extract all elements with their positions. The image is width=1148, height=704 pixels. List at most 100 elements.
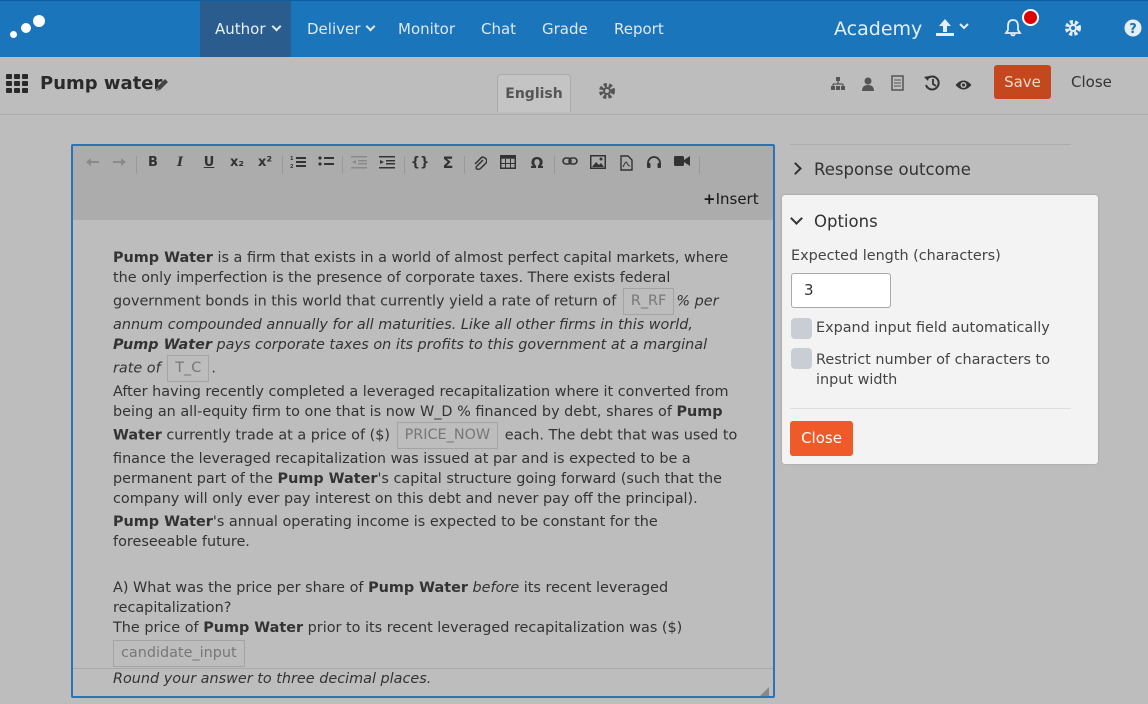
company-name: Pump Water (113, 337, 212, 353)
toolbar-divider (282, 156, 283, 174)
save-button[interactable]: Save (994, 65, 1051, 99)
preview-eye-icon[interactable] (955, 76, 972, 95)
gear-icon[interactable] (598, 82, 616, 104)
restrict-characters-checkbox[interactable] (791, 348, 812, 369)
text-run: The price of (113, 620, 204, 636)
divider (790, 408, 1071, 409)
text-run: A) What was the price per share of (113, 580, 369, 596)
numbered-list-icon[interactable]: 12 (288, 155, 308, 173)
question-answer-line: The price of Pump Water prior to its rec… (113, 618, 738, 638)
variable-placeholder-t-c[interactable]: T_C (167, 355, 210, 382)
settings-gear-icon[interactable] (1064, 19, 1082, 41)
chevron-down-icon (271, 21, 281, 32)
hierarchy-icon[interactable] (831, 76, 845, 95)
tab-english[interactable]: English (497, 74, 571, 112)
help-icon[interactable]: ? (1124, 19, 1142, 41)
sum-button[interactable]: Σ (438, 153, 458, 172)
toolbar-divider (699, 156, 700, 174)
nav-author[interactable]: Author (200, 1, 291, 58)
audio-icon[interactable] (644, 155, 664, 173)
chevron-down-icon (365, 21, 376, 32)
italic-button[interactable]: I (170, 155, 190, 170)
question-prompt: A) What was the price per share of Pump … (113, 578, 738, 618)
nav-chat[interactable]: Chat (481, 1, 516, 58)
underline-button[interactable]: U (199, 155, 219, 170)
response-outcome-label: Response outcome (814, 160, 971, 179)
question-header (0, 57, 1148, 115)
toolbar-divider (554, 156, 555, 174)
paragraph: After having recently completed a levera… (113, 382, 738, 509)
toolbar-divider (136, 156, 137, 174)
paragraph: Pump Water's annual operating income is … (113, 512, 738, 552)
close-options-button[interactable]: Close (790, 421, 853, 456)
user-icon[interactable] (862, 76, 874, 95)
academy-label[interactable]: Academy (834, 1, 922, 57)
company-name: Pump Water (113, 514, 213, 530)
undo-icon[interactable] (83, 155, 103, 173)
expand-input-checkbox[interactable] (791, 318, 812, 339)
company-name: Pump Water (368, 580, 468, 596)
svg-text:1: 1 (290, 156, 294, 162)
superscript-button[interactable]: x² (255, 155, 275, 170)
expand-input-label: Expand input field automatically (816, 320, 1050, 336)
question-body[interactable]: Pump Water is a firm that exists in a wo… (113, 248, 738, 689)
paragraph: Pump Water is a firm that exists in a wo… (113, 248, 738, 382)
app-logo[interactable] (8, 11, 48, 47)
pdf-icon[interactable] (616, 155, 636, 175)
nav-grade[interactable]: Grade (542, 1, 588, 58)
video-icon[interactable] (672, 155, 692, 171)
special-char-button[interactable]: Ω (527, 154, 547, 172)
question-title: Pump water (40, 73, 163, 94)
nav-author-label: Author (215, 20, 266, 38)
expected-length-input[interactable]: 3 (791, 273, 891, 308)
paragraph: candidate_input (113, 640, 738, 667)
bullet-list-icon[interactable] (316, 155, 336, 173)
table-icon[interactable] (498, 155, 518, 173)
apps-grid-icon[interactable] (6, 74, 30, 94)
editor-status-bar (73, 668, 773, 696)
expected-length-label: Expected length (characters) (791, 248, 1001, 264)
toolbar-divider (404, 156, 405, 174)
bold-button[interactable]: B (143, 155, 163, 170)
options-panel: Options Expected length (characters) 3 E… (782, 195, 1098, 464)
plus-icon: + (703, 190, 716, 208)
indent-icon[interactable] (377, 155, 397, 173)
history-icon[interactable] (923, 74, 941, 96)
company-name: Pump Water (203, 620, 304, 636)
attachment-icon[interactable] (470, 155, 490, 175)
outdent-icon[interactable] (349, 155, 369, 173)
close-question-button[interactable]: Close (1071, 73, 1112, 91)
svg-text:?: ? (1129, 22, 1137, 37)
upload-icon[interactable] (936, 18, 972, 42)
top-navbar: Author Deliver Monitor Chat Grade Report… (0, 0, 1148, 58)
nav-report[interactable]: Report (614, 1, 664, 58)
variable-placeholder-r-rf[interactable]: R_RF (622, 288, 675, 315)
toolbar-divider (342, 156, 343, 174)
chevron-right-icon (789, 162, 802, 175)
rich-text-editor[interactable]: B I U x₂ x² 12 {} Σ Ω +Insert Pump Water… (71, 144, 775, 698)
company-name: Pump Water (113, 250, 213, 266)
document-icon[interactable] (891, 75, 904, 95)
resize-handle-icon[interactable] (759, 682, 769, 696)
text-run: After having recently completed a levera… (113, 384, 729, 420)
text-run: . (211, 360, 216, 377)
options-toggle[interactable]: Options (790, 212, 878, 231)
subscript-button[interactable]: x₂ (227, 155, 247, 170)
text-run: currently trade at a price of ($) (161, 427, 395, 444)
bell-icon[interactable] (1003, 18, 1023, 42)
emphasis-text: before (472, 580, 520, 596)
notification-badge (1022, 9, 1039, 26)
company-name: Pump Water (277, 471, 378, 487)
nav-deliver[interactable]: Deliver (307, 1, 376, 58)
variable-placeholder-price-now[interactable]: PRICE_NOW (396, 422, 499, 449)
redo-icon[interactable] (109, 155, 129, 173)
nav-monitor[interactable]: Monitor (398, 1, 455, 58)
link-icon[interactable] (560, 155, 580, 170)
candidate-input-placeholder[interactable]: candidate_input (113, 640, 245, 667)
code-button[interactable]: {} (410, 155, 430, 170)
insert-menu-button[interactable]: +Insert (703, 190, 759, 208)
image-icon[interactable] (588, 155, 608, 173)
svg-text:2: 2 (290, 164, 294, 169)
pencil-icon[interactable] (154, 77, 170, 97)
response-outcome-toggle[interactable]: Response outcome (789, 160, 971, 179)
